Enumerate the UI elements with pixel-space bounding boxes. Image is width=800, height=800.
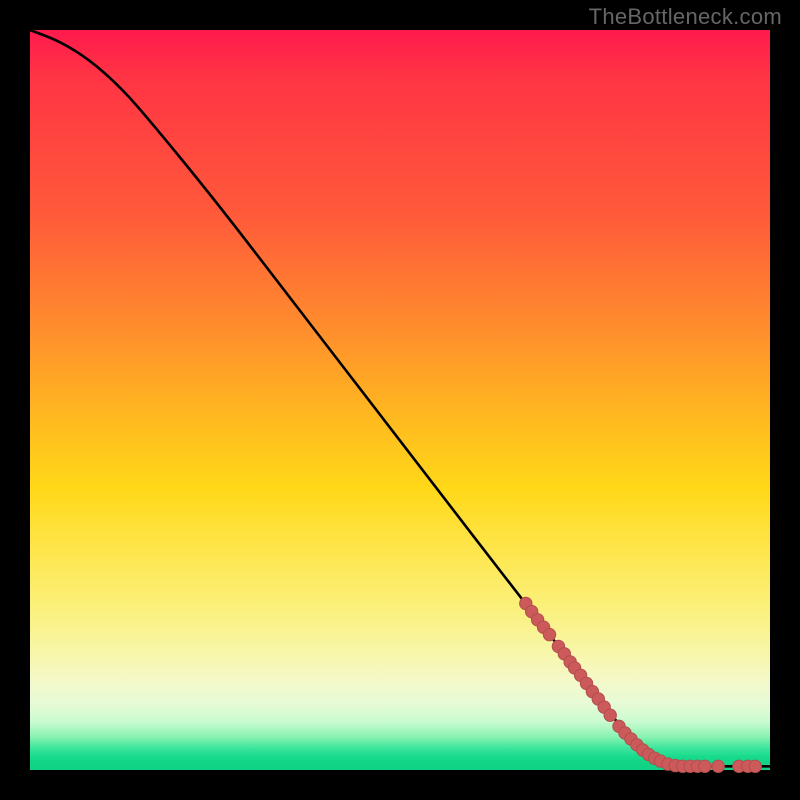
data-dot <box>543 628 555 640</box>
data-dot <box>604 709 616 721</box>
watermark-label: TheBottleneck.com <box>589 4 782 30</box>
data-dots-group <box>520 597 762 772</box>
bottleneck-curve <box>30 30 770 766</box>
chart-svg <box>30 30 770 770</box>
data-dot <box>699 760 711 772</box>
plot-area <box>30 30 770 770</box>
data-dot <box>749 760 761 772</box>
data-dot <box>712 760 724 772</box>
chart-frame: TheBottleneck.com <box>0 0 800 800</box>
